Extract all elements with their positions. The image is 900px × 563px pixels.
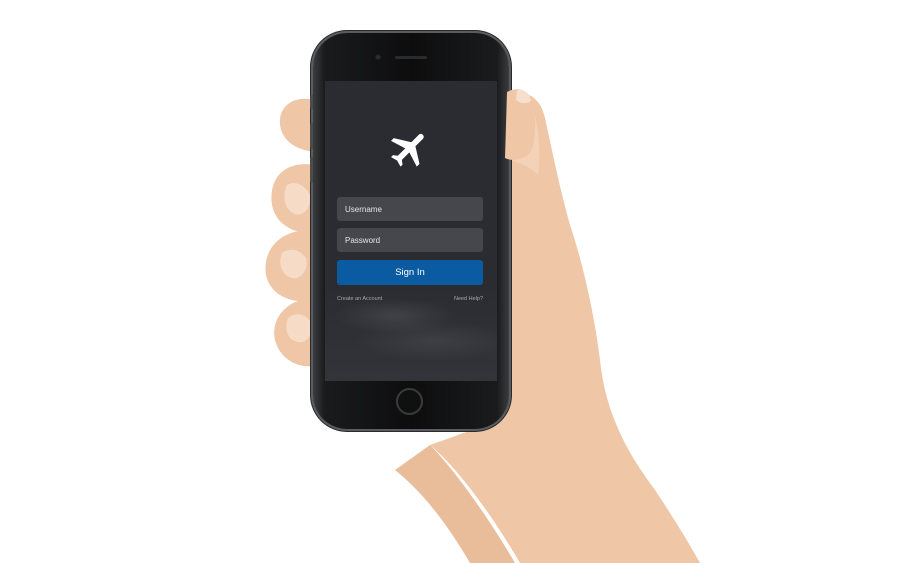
volume-down-button [310, 157, 313, 183]
sign-in-button[interactable]: Sign In [337, 260, 483, 285]
need-help-link[interactable]: Need Help? [454, 296, 483, 302]
login-screen: Sign In Create an Account Need Help? [325, 81, 497, 381]
home-button[interactable] [396, 388, 423, 415]
username-input[interactable] [337, 197, 483, 221]
airplane-icon [391, 133, 424, 167]
earpiece-speaker [395, 56, 427, 59]
volume-up-button [310, 123, 313, 149]
scene: Sign In Create an Account Need Help? [0, 0, 900, 563]
password-input[interactable] [337, 228, 483, 252]
create-account-link[interactable]: Create an Account [337, 296, 382, 302]
front-camera [375, 54, 381, 60]
phone: Sign In Create an Account Need Help? [310, 33, 509, 429]
mute-switch [310, 95, 313, 109]
